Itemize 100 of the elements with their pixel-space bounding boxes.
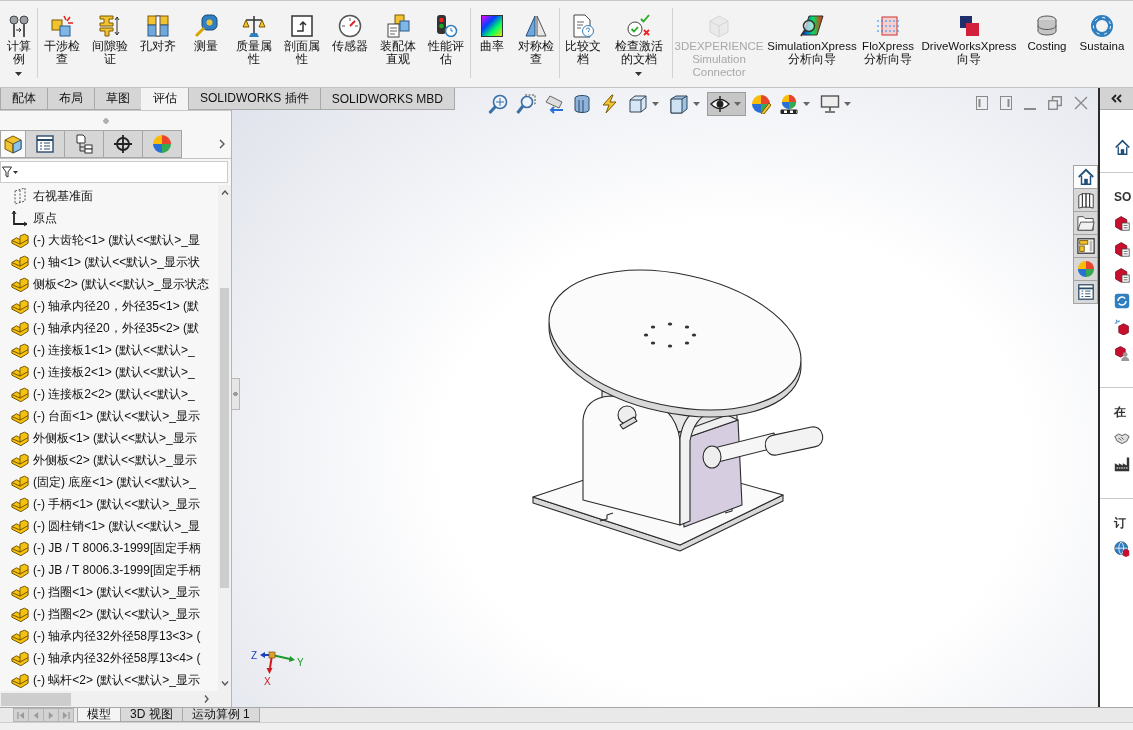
tree-item[interactable]: (-) 连接板1<1> (默认<<默认>_ [11,339,195,361]
ribbon-button[interactable]: SimulationXpress 分析向导 [765,8,859,78]
tree-item[interactable]: (-) JB / T 8006.3-1999[固定手柄 [11,537,202,559]
ribbon-button[interactable]: 比较文档 [560,8,605,78]
task-pane-tab[interactable] [1073,234,1098,258]
command-tab[interactable]: 布局 [47,88,95,110]
scrollbar-thumb[interactable] [220,288,229,588]
splitter-handle[interactable] [232,378,240,410]
list-icon [1076,283,1095,301]
task-pane-tab[interactable] [1073,165,1098,189]
origin-cube-icon [268,651,276,659]
color-ball-pencil-icon [751,94,771,114]
tree-item[interactable]: (-) 圆柱销<1> (默认<<默认>_显 [11,515,201,537]
tree-item[interactable]: (-) JB / T 8006.3-1999[固定手柄 [11,559,202,581]
tree-item[interactable]: (-) 连接板2<2> (默认<<默认>_ [11,383,195,405]
task-pane-tab[interactable] [1073,211,1098,235]
restore-icon [1048,96,1062,110]
collapse-button[interactable] [1100,88,1133,110]
task-pane-tab[interactable] [1073,280,1098,304]
globe-icon[interactable] [1114,541,1130,557]
tree-item[interactable]: (-) 连接板2<1> (默认<<默认>_ [11,361,195,383]
tree-item[interactable]: 右视基准面 [11,185,93,207]
tree-item[interactable]: (-) 轴<1> (默认<<默认>_显示状 [11,251,201,273]
cube-document-icon[interactable] [1114,215,1130,231]
ribbon-button[interactable]: Costing [1021,8,1073,78]
panel-tab[interactable] [103,130,143,158]
panel-tab[interactable] [64,130,104,158]
ribbon-button[interactable]: Sustaina [1073,8,1131,78]
close-button[interactable] [1074,96,1088,110]
arrow-icon [544,94,564,114]
scrollbar-thumb[interactable] [1,692,71,706]
ribbon-button[interactable]: 测量 [182,8,230,78]
ribbon-button[interactable]: 对称检查 [513,8,559,78]
command-tab[interactable]: 评估 [141,88,189,110]
block-icon [11,275,29,293]
cube-person-icon[interactable] [1114,345,1130,361]
panel-tab[interactable] [0,130,26,158]
tile-right-button[interactable] [1000,96,1012,110]
ribbon-button[interactable]: 性能评估 [422,8,470,78]
cube-document-icon[interactable] [1114,241,1130,257]
ribbon-button[interactable]: 传感器 [326,8,374,78]
section-title: 订 [1114,515,1127,531]
ribbon-button[interactable]: DriveWorksXpress 向导 [917,8,1021,78]
tree-item[interactable]: (-) 蜗杆<2> (默认<<默认>_显示 [11,669,201,691]
ribbon-button[interactable]: 计算例 [0,8,37,78]
tree-item[interactable]: (-) 挡圈<2> (默认<<默认>_显示 [11,603,201,625]
tree-item[interactable]: 外侧板<2> (默认<<默认>_显示 [11,449,197,471]
ribbon-button[interactable]: 检查激活的文档 [605,8,672,78]
tree-item[interactable]: (-) 大齿轮<1> (默认<<默认>_显 [11,229,201,251]
command-tab[interactable]: SOLIDWORKS 插件 [188,88,321,110]
view-tab[interactable]: 模型 [77,708,121,722]
cube-icon [628,94,648,114]
view-toolbar-button[interactable] [707,92,746,116]
view-tab[interactable]: 3D 视图 [120,708,183,722]
tree-item[interactable]: (-) 挡圈<1> (默认<<默认>_显示 [11,581,201,603]
cube-document-icon[interactable] [1114,267,1130,283]
tile-left-icon [976,96,988,110]
home-icon[interactable] [1114,139,1131,156]
close-icon [1074,96,1088,110]
ribbon-button[interactable]: 间隙验证 [86,8,134,78]
tile-left-button[interactable] [976,96,988,110]
factory-icon[interactable] [1114,456,1130,472]
vertical-scrollbar[interactable] [218,185,231,691]
horizontal-scrollbar[interactable] [0,691,231,707]
tree-item[interactable]: (-) 轴承内径20，外径35<1> (默 [11,295,200,317]
panel-tab[interactable] [25,130,65,158]
tree-item[interactable]: 原点 [11,207,57,229]
ribbon-button[interactable]: 干涉检查 [38,8,86,78]
tree-item[interactable]: (-) 手柄<1> (默认<<默认>_显示 [11,493,201,515]
command-tab[interactable]: 草图 [94,88,142,110]
tree-item[interactable]: (-) 轴承内径20，外径35<2> (默 [11,317,200,339]
ribbon-button[interactable]: 装配体直观 [374,8,422,78]
tree-item[interactable]: (-) 台面<1> (默认<<默认>_显示 [11,405,201,427]
block-icon [11,451,29,469]
view-tab[interactable]: 运动算例 1 [181,708,260,722]
tree-item[interactable]: 外侧板<1> (默认<<默认>_显示 [11,427,197,449]
block-icon [11,231,29,249]
ribbon-button[interactable]: FloXpress 分析向导 [859,8,917,78]
ribbon-button[interactable]: 质量属性 [230,8,278,78]
pins-icon [6,14,31,38]
ribbon-button[interactable]: 孔对齐 [134,8,182,78]
sync-icon[interactable] [1114,293,1130,309]
block-icon [11,363,29,381]
filter-field[interactable] [0,161,228,183]
folder-icon [1076,214,1095,232]
tree-item[interactable]: (固定) 底座<1> (默认<<默认>_ [11,471,197,493]
tree-item[interactable]: 侧板<2> (默认<<默认>_显示状态 [11,273,209,295]
restore-button[interactable] [1048,96,1062,110]
command-tab[interactable]: SOLIDWORKS MBD [319,88,456,110]
command-tab[interactable]: 配体 [0,88,48,110]
ribbon-button[interactable]: 剖面属性 [278,8,326,78]
tree-item[interactable]: (-) 轴承内径32外径58厚13<4> ( [11,647,201,669]
tree-item[interactable]: (-) 轴承内径32外径58厚13<3> ( [11,625,201,647]
ribbon-button[interactable]: 曲率 [471,8,513,78]
task-pane-tab[interactable] [1073,188,1098,212]
block-icon [11,517,29,535]
block-icon [11,649,29,667]
cube-sparkle-icon[interactable] [1114,319,1130,335]
handshake-icon[interactable] [1114,430,1130,446]
axis-label: X [264,676,271,687]
